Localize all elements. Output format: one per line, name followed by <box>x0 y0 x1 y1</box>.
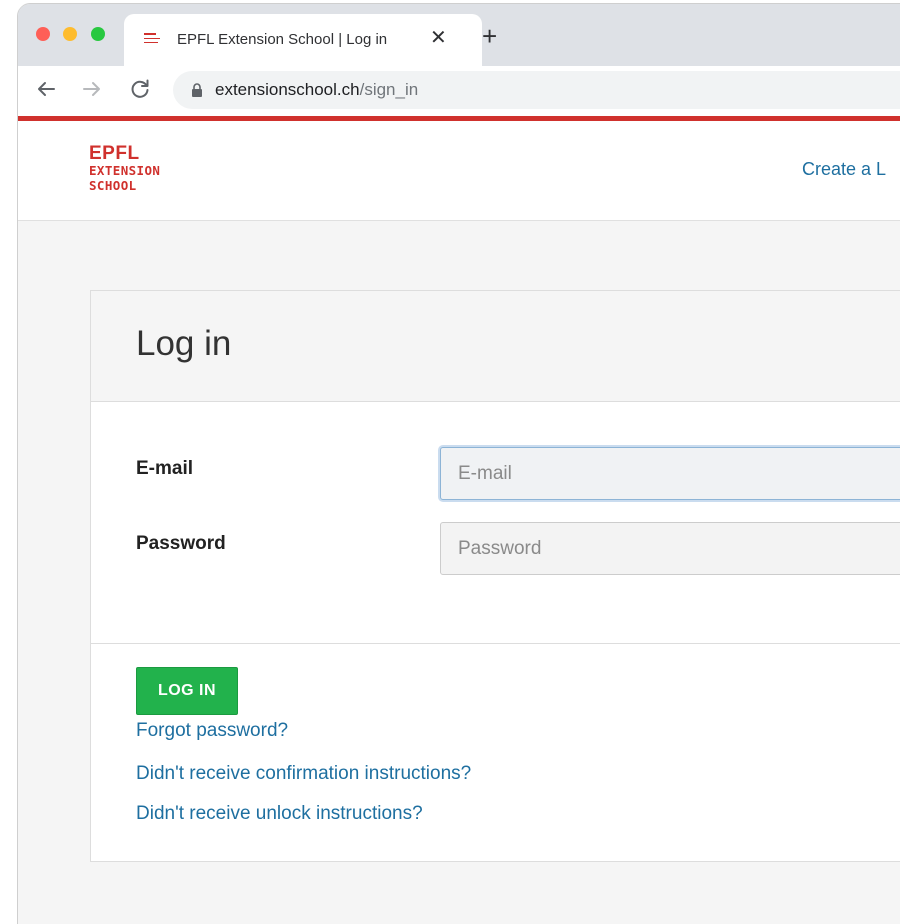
browser-toolbar: extensionschool.ch/sign_in <box>18 66 900 116</box>
url-host: extensionschool.ch <box>215 80 360 99</box>
epfl-logo[interactable]: EPFL EXTENSION SCHOOL <box>89 144 160 192</box>
address-bar[interactable]: extensionschool.ch/sign_in <box>173 71 900 109</box>
arrow-left-icon[interactable] <box>34 77 58 101</box>
forgot-password-link[interactable]: Forgot password? <box>136 720 288 742</box>
maximize-window-button[interactable] <box>91 27 105 41</box>
page-content: Log in E-mail Password LOG IN Forgot pas… <box>18 222 900 924</box>
password-field[interactable] <box>440 522 900 575</box>
logo-line-extension: EXTENSION <box>89 163 161 178</box>
reload-icon[interactable] <box>128 77 152 101</box>
site-header: EPFL EXTENSION SCHOOL Create a L <box>18 121 900 221</box>
logo-line-school: SCHOOL <box>89 177 137 193</box>
email-field[interactable] <box>440 447 900 500</box>
browser-window: EPFL Extension School | Log in ✕ + exten… <box>18 4 900 924</box>
create-account-link[interactable]: Create a L <box>802 159 886 180</box>
unlock-instructions-link[interactable]: Didn't receive unlock instructions? <box>136 803 423 825</box>
tab-strip: EPFL Extension School | Log in ✕ + <box>18 4 900 66</box>
epfl-favicon-icon <box>144 32 160 46</box>
browser-tab-active[interactable]: EPFL Extension School | Log in ✕ <box>124 14 482 66</box>
form-divider <box>91 643 900 644</box>
url-path: /sign_in <box>359 80 419 99</box>
tab-close-icon[interactable]: ✕ <box>430 28 447 48</box>
login-panel-header: Log in <box>91 291 900 402</box>
login-panel: Log in E-mail Password LOG IN Forgot pas… <box>90 290 900 862</box>
confirmation-instructions-link[interactable]: Didn't receive confirmation instructions… <box>136 763 471 785</box>
new-tab-button[interactable]: + <box>482 23 497 49</box>
minimize-window-button[interactable] <box>63 27 77 41</box>
close-window-button[interactable] <box>36 27 50 41</box>
page-title: Log in <box>136 324 232 363</box>
login-button[interactable]: LOG IN <box>136 667 238 715</box>
arrow-right-icon[interactable] <box>80 77 104 101</box>
email-label: E-mail <box>136 458 194 479</box>
lock-icon[interactable] <box>190 83 204 97</box>
address-url: extensionschool.ch/sign_in <box>215 80 418 100</box>
tab-title: EPFL Extension School | Log in <box>177 31 388 48</box>
logo-line-epfl: EPFL <box>89 143 140 164</box>
password-label: Password <box>136 533 226 554</box>
